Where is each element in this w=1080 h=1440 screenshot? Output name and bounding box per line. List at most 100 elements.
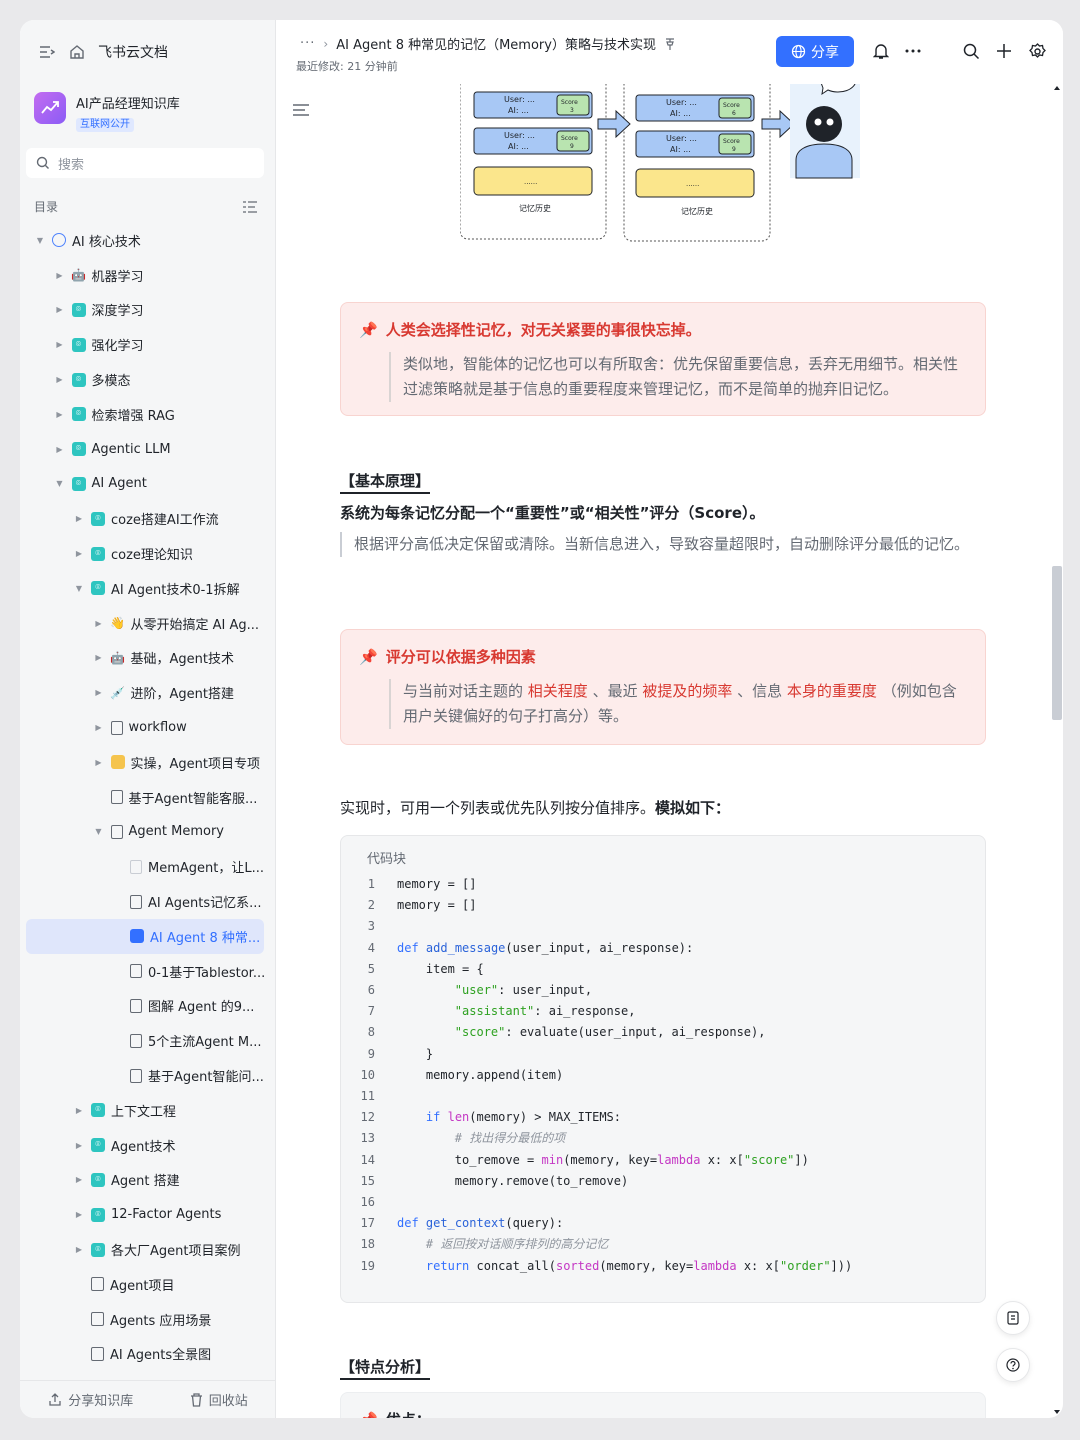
share-kb-button[interactable]: 分享知识库 <box>48 1390 133 1409</box>
sidebar-item[interactable]: AI Agents全景图 <box>20 1337 276 1372</box>
caret-right-icon[interactable]: ▶ <box>93 758 105 767</box>
caret-right-icon[interactable]: ▶ <box>73 1210 85 1219</box>
breadcrumb-more-button[interactable]: ··· <box>300 36 315 51</box>
sidebar-item-label: 5个主流Agent M... <box>148 1035 262 1051</box>
more-icon[interactable] <box>902 40 924 62</box>
sidebar-item[interactable]: ▶ ⌾ Agent 搭建 <box>20 1163 276 1198</box>
sidebar-item[interactable]: ▶ 👋 从零开始搞定 AI Ag... <box>20 606 276 641</box>
caret-right-icon[interactable]: ▶ <box>54 410 66 419</box>
caret-right-icon[interactable]: ▶ <box>93 688 105 697</box>
kb-name: AI产品经理知识库 <box>76 97 180 112</box>
scroll-down-arrow[interactable] <box>1054 1410 1060 1414</box>
sidebar-item[interactable]: MemAgent，让L... <box>20 849 276 884</box>
wiki-icon: ⌾ <box>91 546 105 561</box>
sidebar-item[interactable]: ▶ ⌾ coze理论知识 <box>20 536 276 571</box>
sidebar-item[interactable]: ▶ ⌾ 各大厂Agent项目案例 <box>20 1232 276 1267</box>
caret-right-icon[interactable]: ▶ <box>54 271 66 280</box>
caret-down-icon[interactable]: ▼ <box>54 479 66 488</box>
sidebar-item[interactable]: ▶ workflow <box>20 710 276 745</box>
caret-right-icon[interactable]: ▶ <box>73 1141 85 1150</box>
caret-down-icon[interactable]: ▼ <box>73 584 85 593</box>
sidebar-item[interactable]: 基于Agent智能问... <box>20 1058 276 1093</box>
share-label: 分享 <box>811 44 839 61</box>
sidebar-item-label: 0-1基于Tablestor... <box>148 965 266 981</box>
doc-info-button[interactable] <box>996 1301 1030 1335</box>
caret-right-icon[interactable]: ▶ <box>73 1175 85 1184</box>
doc-title[interactable]: AI Agent 8 种常见的记忆（Memory）策略与技术实现 <box>336 34 656 53</box>
sidebar-item[interactable]: 图解 Agent 的9... <box>20 989 276 1024</box>
caret-right-icon[interactable]: ▶ <box>73 1245 85 1254</box>
caret-right-icon[interactable]: ▶ <box>73 514 85 523</box>
sidebar-item[interactable]: ▶ 实操，Agent项目专项 <box>20 745 276 780</box>
diagram-score-label: Score <box>561 135 578 142</box>
caret-right-icon[interactable]: ▶ <box>54 340 66 349</box>
sidebar-item-label: 检索增强 RAG <box>91 408 175 424</box>
sidebar-item[interactable]: ▶ 🤖 基础，Agent技术 <box>20 641 276 676</box>
callout-title-text: 评分可以依据多种因素 <box>385 648 536 666</box>
sidebar-item[interactable]: ▶ ⌾ Agentic LLM <box>20 432 276 467</box>
search-input[interactable]: 搜索 <box>26 148 264 178</box>
sidebar-item[interactable]: ▶ ⌾ 强化学习 <box>20 327 276 362</box>
sidebar-item[interactable]: ▶ ⌾ 多模态 <box>20 362 276 397</box>
bell-icon[interactable] <box>870 40 892 62</box>
sidebar-item[interactable]: ▶ ⌾ coze搭建AI工作流 <box>20 501 276 536</box>
caret-right-icon[interactable]: ▶ <box>93 619 105 628</box>
callout-score-factors: 📌 评分可以依据多种因素 与当前对话主题的 相关程度 、最近 被提及的频率 、信… <box>340 629 986 745</box>
sidebar-item[interactable]: ▶ ⌾ Agent技术 <box>20 1128 276 1163</box>
last-modified: 最近修改: 21 分钟前 <box>296 60 398 73</box>
caret-right-icon[interactable]: ▶ <box>54 375 66 384</box>
sidebar-item[interactable]: AI Agents记忆系... <box>20 884 276 919</box>
sidebar-item[interactable]: ▼ ⌾ AI Agent <box>20 467 276 502</box>
home-icon[interactable] <box>68 43 86 61</box>
main-area: ··· › AI Agent 8 种常见的记忆（Memory）策略与技术实现 最… <box>276 20 1063 1418</box>
code-content[interactable]: 1 memory = [] 2 memory = [] 3 4 def add_mes… <box>341 874 853 1277</box>
sidebar-item[interactable]: ▼ ⌾ AI Agent技术0-1拆解 <box>20 571 276 606</box>
robot-icon: 🤖 <box>110 650 125 665</box>
search-icon[interactable] <box>960 40 982 62</box>
highlight-text: 本身的重要度 <box>786 682 877 700</box>
sidebar-item[interactable]: 基于Agent智能客服... <box>20 780 276 815</box>
caret-right-icon[interactable]: ▶ <box>54 445 66 454</box>
callout-title-text: 优点： <box>386 1409 431 1418</box>
sidebar-item[interactable]: ▶ 🤖 机器学习 <box>20 258 276 293</box>
caret-right-icon[interactable]: ▶ <box>93 653 105 662</box>
knowledge-base-header[interactable]: AI产品经理知识库 互联网公开 <box>34 92 180 132</box>
trash-label: 回收站 <box>208 1394 248 1409</box>
sidebar-item[interactable]: ▼ AI 核心技术 <box>20 223 276 258</box>
caret-right-icon[interactable]: ▶ <box>73 549 85 558</box>
sidebar-item[interactable]: Agents 应用场景 <box>20 1302 276 1337</box>
sidebar-item[interactable]: ▼ Agent Memory <box>20 815 276 850</box>
sidebar-item[interactable]: 0-1基于Tablestor... <box>20 954 276 989</box>
collapse-sidebar-icon[interactable] <box>38 43 56 61</box>
caret-down-icon[interactable]: ▼ <box>34 236 46 245</box>
sidebar-item[interactable]: AI Agent 8 种常... <box>26 918 264 954</box>
pin-icon[interactable] <box>664 37 676 50</box>
scrollbar[interactable] <box>1051 84 1063 1418</box>
sidebar-item-label: 12-Factor Agents <box>111 1207 222 1223</box>
sidebar-item[interactable]: ▶ ⌾ 12-Factor Agents <box>20 1197 276 1232</box>
scrollbar-thumb[interactable] <box>1052 566 1062 720</box>
help-button[interactable] <box>996 1348 1030 1382</box>
code-block[interactable]: 代码块 1 memory = [] 2 memory = [] 3 4 def add… <box>340 835 986 1303</box>
sidebar-item[interactable]: ▶ 💉 进阶，Agent搭建 <box>20 675 276 710</box>
sidebar-item[interactable]: ▶ ⌾ 检索增强 RAG <box>20 397 276 432</box>
app-name[interactable]: 飞书云文档 <box>98 42 168 62</box>
trash-button[interactable]: 回收站 <box>190 1390 248 1409</box>
scroll-up-arrow[interactable] <box>1054 86 1060 90</box>
sidebar-item[interactable]: ▶ ⌾ 深度学习 <box>20 293 276 328</box>
document-icon <box>110 720 123 735</box>
sidebar-item[interactable]: Agent项目 <box>20 1267 276 1302</box>
sidebar-item[interactable]: ▶ ⌾ 上下文工程 <box>20 1093 276 1128</box>
caret-right-icon[interactable]: ▶ <box>73 1106 85 1115</box>
list-options-icon[interactable] <box>242 200 258 214</box>
caret-down-icon[interactable]: ▼ <box>93 827 105 836</box>
outline-icon[interactable] <box>292 102 310 118</box>
gear-icon[interactable] <box>1026 40 1048 62</box>
plus-icon[interactable] <box>993 40 1015 62</box>
sidebar-item[interactable]: 5个主流Agent M... <box>20 1023 276 1058</box>
wiki-icon: ⌾ <box>71 407 86 422</box>
share-button[interactable]: 分享 <box>776 36 854 67</box>
callout-title-text: 人类会选择性记忆，对无关紧要的事很快忘掉。 <box>385 321 701 339</box>
caret-right-icon[interactable]: ▶ <box>54 305 66 314</box>
caret-right-icon[interactable]: ▶ <box>93 723 105 732</box>
